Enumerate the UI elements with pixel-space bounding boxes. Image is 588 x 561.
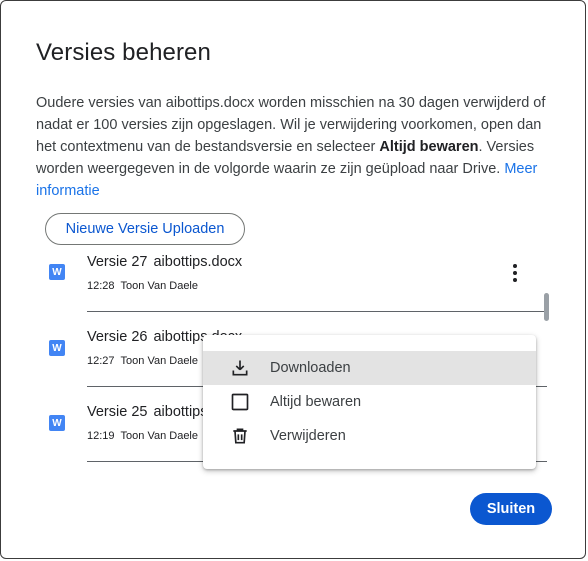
word-doc-icon: W [49,340,65,356]
word-doc-icon: W [49,415,65,431]
more-options-icon[interactable] [505,262,525,284]
menu-item-keep-forever[interactable]: Altijd bewaren [203,385,536,419]
version-user: Toon Van Daele [120,280,198,292]
version-context-menu: Downloaden Altijd bewaren Verwijderen [203,335,536,469]
menu-item-delete[interactable]: Verwijderen [203,419,536,453]
version-meta: 12:27 Toon Van Daele [87,355,198,367]
version-name: Versie 27 aibottips.docx [87,254,242,270]
word-doc-icon: W [49,264,65,280]
menu-item-label: Verwijderen [270,428,346,444]
trash-icon [229,425,251,447]
version-user: Toon Van Daele [120,430,198,442]
version-meta: 12:28 Toon Van Daele [87,280,198,292]
dialog-description: Oudere versies van aibottips.docx worden… [36,92,556,202]
version-user: Toon Van Daele [120,355,198,367]
close-button[interactable]: Sluiten [470,493,552,525]
divider [87,311,547,312]
version-time: 12:27 [87,355,115,367]
version-time: 12:19 [87,430,115,442]
menu-item-download[interactable]: Downloaden [203,351,536,385]
upload-new-version-button[interactable]: Nieuwe Versie Uploaden [45,213,245,245]
version-list-scrollbar[interactable] [544,293,549,321]
version-meta: 12:19 Toon Van Daele [87,430,198,442]
version-file: aibottips.docx [153,254,243,270]
menu-item-label: Downloaden [270,360,351,376]
description-bold: Altijd bewaren [379,139,479,155]
version-label: Versie 26 [87,329,148,345]
version-label: Versie 27 [87,254,148,270]
version-time: 12:28 [87,280,115,292]
manage-versions-dialog: Versies beheren Oudere versies van aibot… [0,0,586,559]
download-icon [229,357,251,379]
version-row[interactable]: W Versie 27 aibottips.docx 12:28 Toon Van … [1,253,561,328]
checkbox-icon [229,391,251,413]
dialog-title: Versies beheren [36,39,211,66]
version-label: Versie 25 [87,404,148,420]
menu-item-label: Altijd bewaren [270,394,362,410]
